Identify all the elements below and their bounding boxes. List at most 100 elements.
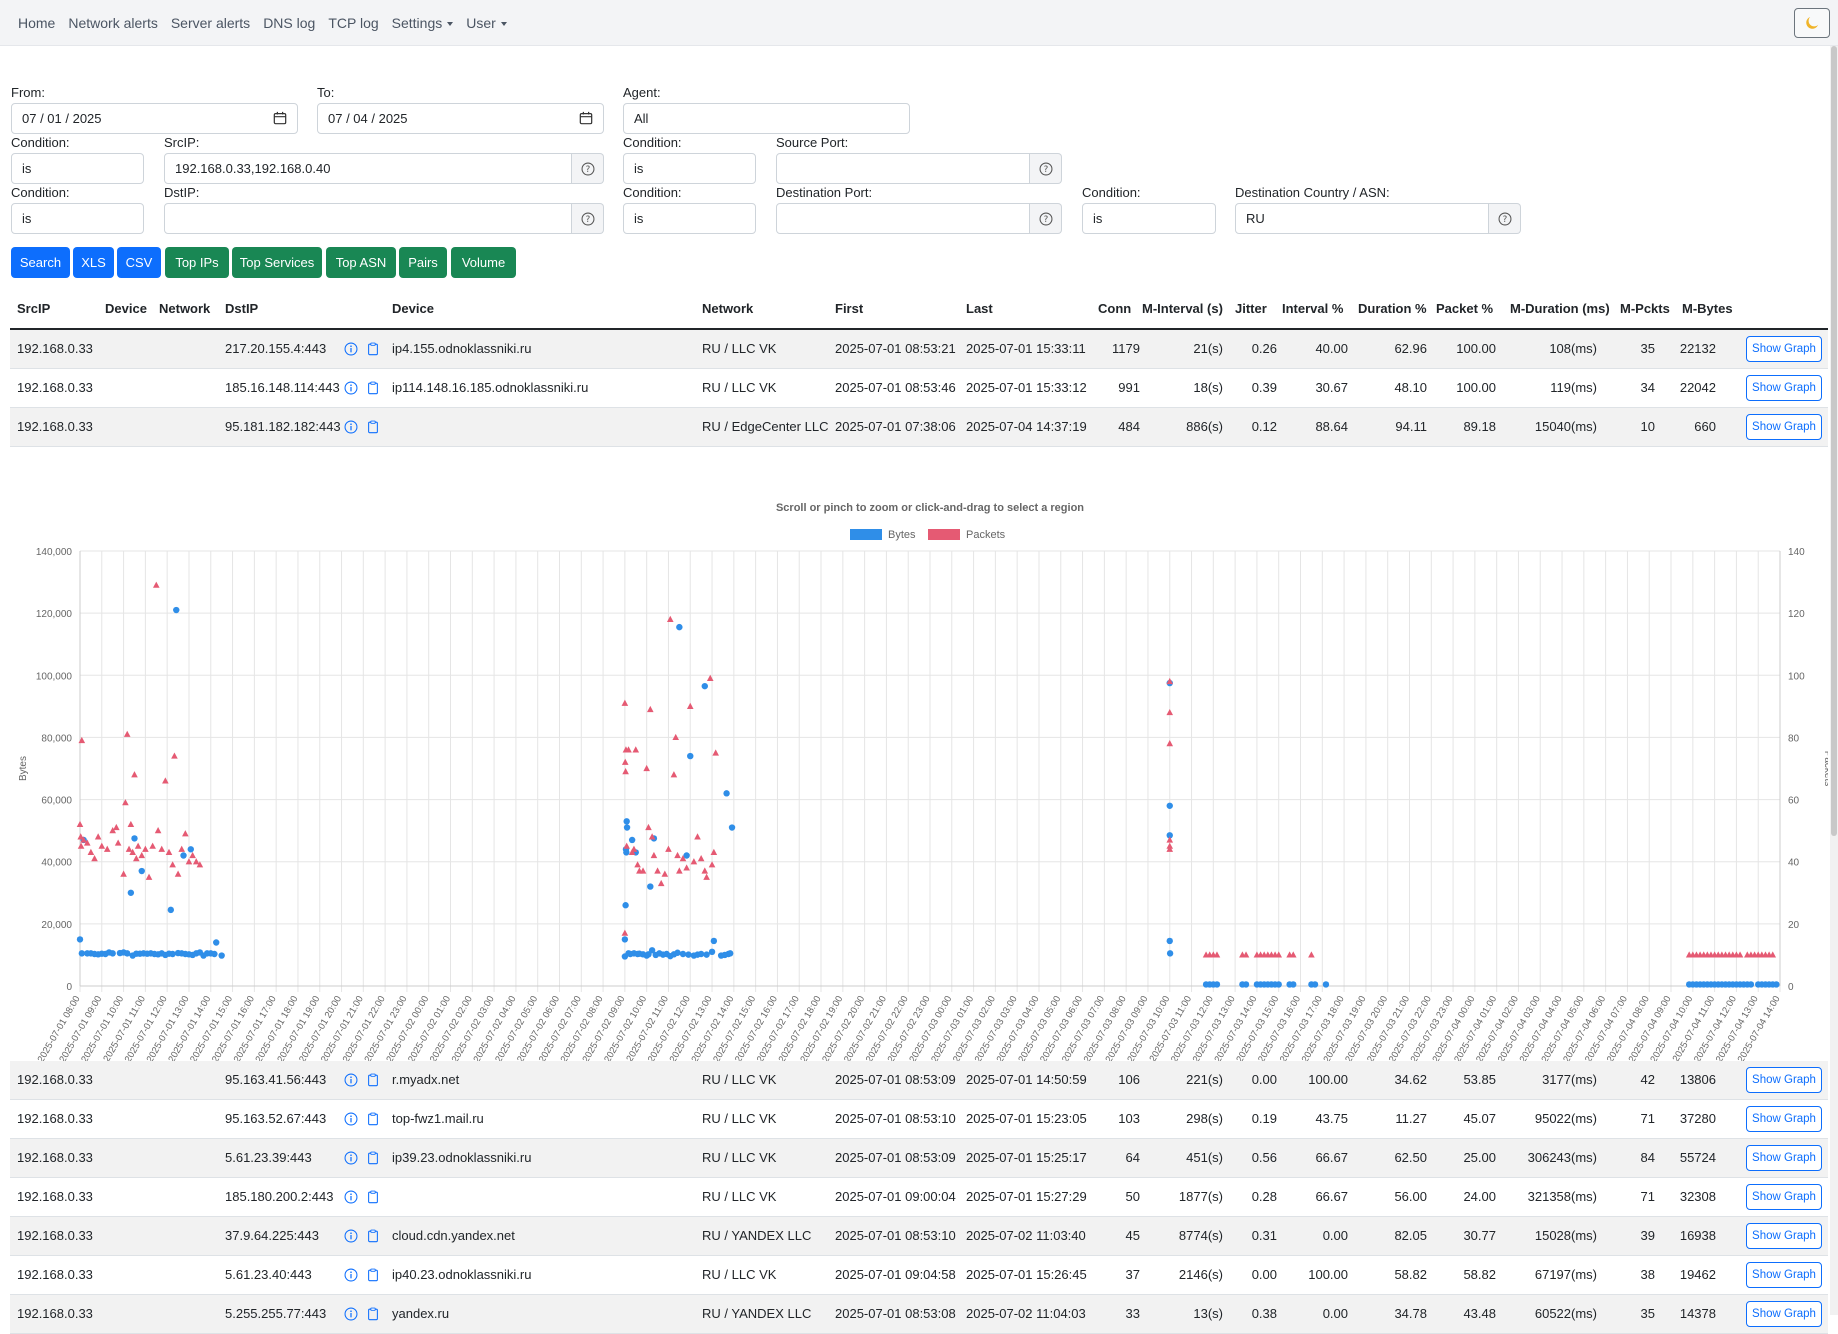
table-row[interactable]: 192.168.0.33 95.181.182.182:443 RU / Edg…: [10, 408, 1828, 447]
show-graph-button[interactable]: Show Graph: [1746, 414, 1822, 440]
country-asn-help-button[interactable]: ?: [1489, 203, 1521, 234]
cell-first: 2025-07-01 08:53:10: [835, 1111, 956, 1126]
col-conn[interactable]: Conn: [1098, 301, 1131, 316]
nav-home[interactable]: Home: [12, 15, 61, 31]
info-icon[interactable]: [344, 1151, 358, 1165]
table-row[interactable]: 192.168.0.33 185.180.200.2:443 RU / LLC …: [10, 1178, 1828, 1217]
nav-network-alerts[interactable]: Network alerts: [62, 15, 163, 31]
country-asn-input[interactable]: RU: [1235, 203, 1489, 234]
nav-tcp-log[interactable]: TCP log: [322, 15, 384, 31]
scrollbar-thumb[interactable]: [1831, 46, 1837, 836]
col-dst-device[interactable]: Device: [392, 301, 434, 316]
col-packet-pct[interactable]: Packet %: [1436, 301, 1493, 316]
csv-export-button[interactable]: CSV: [117, 247, 161, 278]
table-row[interactable]: 192.168.0.33 185.16.148.114:443 ip114.14…: [10, 369, 1828, 408]
info-icon[interactable]: [344, 381, 358, 395]
search-button[interactable]: Search: [11, 247, 70, 278]
col-m-duration[interactable]: M-Duration (ms): [1510, 301, 1610, 316]
clipboard-icon[interactable]: [366, 1268, 380, 1282]
col-m-bytes[interactable]: M-Bytes: [1682, 301, 1733, 316]
table-row[interactable]: 192.168.0.33 5.61.23.40:443 ip40.23.odno…: [10, 1256, 1828, 1295]
col-srcip[interactable]: SrcIP: [17, 301, 50, 316]
srcport-help-button[interactable]: ?: [1030, 153, 1062, 184]
cell-conn: 991: [1118, 380, 1140, 395]
top-services-button[interactable]: Top Services: [232, 247, 322, 278]
agent-select[interactable]: All: [623, 103, 910, 134]
dst-condition-select[interactable]: is: [11, 203, 144, 234]
info-icon[interactable]: [344, 1073, 358, 1087]
info-icon[interactable]: [344, 1112, 358, 1126]
clipboard-icon[interactable]: [366, 1229, 380, 1243]
table-row[interactable]: 192.168.0.33 5.61.23.39:443 ip39.23.odno…: [10, 1139, 1828, 1178]
col-interval-pct[interactable]: Interval %: [1282, 301, 1343, 316]
show-graph-button[interactable]: Show Graph: [1746, 1301, 1822, 1327]
country-condition-select[interactable]: is: [1082, 203, 1216, 234]
col-dstip[interactable]: DstIP: [225, 301, 258, 316]
src-condition-select[interactable]: is: [11, 153, 144, 184]
table-row[interactable]: 192.168.0.33 95.163.52.67:443 top-fwz1.m…: [10, 1100, 1828, 1139]
col-duration-pct[interactable]: Duration %: [1358, 301, 1427, 316]
nav-server-alerts[interactable]: Server alerts: [165, 15, 256, 31]
clipboard-icon[interactable]: [366, 1151, 380, 1165]
col-last[interactable]: Last: [966, 301, 993, 316]
clipboard-icon[interactable]: [366, 1307, 380, 1321]
show-graph-button[interactable]: Show Graph: [1746, 1223, 1822, 1249]
srcip-help-button[interactable]: ?: [572, 153, 604, 184]
top-asn-button[interactable]: Top ASN: [326, 247, 396, 278]
col-m-pckts[interactable]: M-Pckts: [1620, 301, 1670, 316]
nav-user-dropdown[interactable]: User: [460, 15, 513, 31]
cell-network: RU / EdgeCenter LLC: [702, 419, 829, 434]
srcport-condition-select[interactable]: is: [623, 153, 756, 184]
clipboard-icon[interactable]: [366, 1112, 380, 1126]
show-graph-button[interactable]: Show Graph: [1746, 1184, 1822, 1210]
info-icon[interactable]: [344, 1268, 358, 1282]
page-scrollbar[interactable]: [1830, 46, 1838, 1315]
xls-export-button[interactable]: XLS: [73, 247, 114, 278]
calendar-icon[interactable]: [579, 111, 593, 125]
info-icon[interactable]: [344, 1190, 358, 1204]
clipboard-icon[interactable]: [366, 342, 380, 356]
table-row[interactable]: 192.168.0.33 217.20.155.4:443 ip4.155.od…: [10, 330, 1828, 369]
calendar-icon[interactable]: [273, 111, 287, 125]
show-graph-button[interactable]: Show Graph: [1746, 1106, 1822, 1132]
clipboard-icon[interactable]: [366, 381, 380, 395]
nav-settings-dropdown[interactable]: Settings: [386, 15, 460, 31]
info-icon[interactable]: [344, 1307, 358, 1321]
show-graph-button[interactable]: Show Graph: [1746, 336, 1822, 362]
nav-dns-log[interactable]: DNS log: [257, 15, 321, 31]
top-ips-button[interactable]: Top IPs: [165, 247, 229, 278]
dstip-input[interactable]: [164, 203, 572, 234]
info-icon[interactable]: [344, 342, 358, 356]
clipboard-icon[interactable]: [366, 1073, 380, 1087]
cell-m-bytes: 37280: [1679, 1111, 1716, 1126]
col-jitter[interactable]: Jitter: [1235, 301, 1267, 316]
clipboard-icon[interactable]: [366, 420, 380, 434]
dstip-help-button[interactable]: ?: [572, 203, 604, 234]
srcip-input[interactable]: 192.168.0.33,192.168.0.40: [164, 153, 572, 184]
y-tick-label: 0: [66, 982, 72, 993]
show-graph-button[interactable]: Show Graph: [1746, 1262, 1822, 1288]
dstport-input[interactable]: [776, 203, 1030, 234]
clipboard-icon[interactable]: [366, 1190, 380, 1204]
table-row[interactable]: 192.168.0.33 37.9.64.225:443 cloud.cdn.y…: [10, 1217, 1828, 1256]
info-icon[interactable]: [344, 1229, 358, 1243]
show-graph-button[interactable]: Show Graph: [1746, 375, 1822, 401]
show-graph-button[interactable]: Show Graph: [1746, 1145, 1822, 1171]
table-row[interactable]: 192.168.0.33 95.163.41.56:443 r.myadx.ne…: [10, 1061, 1828, 1100]
col-m-interval[interactable]: M-Interval (s): [1142, 301, 1223, 316]
volume-button[interactable]: Volume: [451, 247, 516, 278]
from-date-input[interactable]: 07 / 01 / 2025: [11, 103, 298, 134]
col-src-network[interactable]: Network: [159, 301, 210, 316]
col-src-device[interactable]: Device: [105, 301, 147, 316]
show-graph-button[interactable]: Show Graph: [1746, 1067, 1822, 1093]
srcport-input[interactable]: [776, 153, 1030, 184]
dstport-help-button[interactable]: ?: [1030, 203, 1062, 234]
info-icon[interactable]: [344, 420, 358, 434]
col-dst-network[interactable]: Network: [702, 301, 753, 316]
col-first[interactable]: First: [835, 301, 863, 316]
pairs-button[interactable]: Pairs: [399, 247, 447, 278]
to-date-input[interactable]: 07 / 04 / 2025: [317, 103, 604, 134]
theme-toggle-button[interactable]: [1794, 8, 1830, 38]
dstport-condition-select[interactable]: is: [623, 203, 756, 234]
traffic-scatter-chart[interactable]: Scroll or pinch to zoom or click-and-dra…: [10, 501, 1828, 1101]
